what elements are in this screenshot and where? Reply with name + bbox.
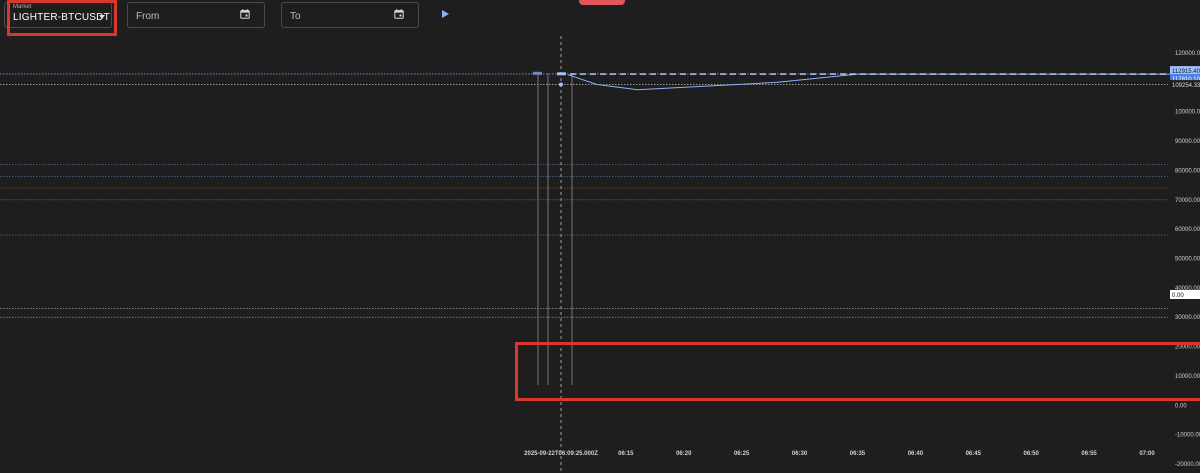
x-tick-label: 06:30 xyxy=(792,451,808,457)
price-tag-label: 109254.33 xyxy=(1172,83,1200,89)
x-tick-label: 06:20 xyxy=(676,451,692,457)
highlight-box-chart xyxy=(515,342,1200,401)
horizontal-lines xyxy=(0,73,1168,318)
x-tick-label: 06:15 xyxy=(618,451,634,457)
series-layer xyxy=(533,71,1200,91)
y-tick-label: 0.00 xyxy=(1175,403,1187,409)
y-tick-label: 100000.00 xyxy=(1175,110,1200,116)
series-marker xyxy=(533,71,542,75)
x-tick-label: 06:50 xyxy=(1024,451,1040,457)
x-axis: 06:15 06:20 06:25 06:30 06:35 06:40 06:45 06:50… xyxy=(524,451,1155,457)
x-tick-label: 07:00 xyxy=(1139,451,1155,457)
y-tick-label: 50000.00 xyxy=(1175,257,1200,263)
x-tick-label: 06:40 xyxy=(908,451,924,457)
y-tick-label: 30000.00 xyxy=(1175,315,1200,321)
y-axis: 120000.00110000.00100000.0090000.0080000… xyxy=(1175,51,1200,468)
y-tick-label: 120000.00 xyxy=(1175,51,1200,57)
x-tick-label: 06:55 xyxy=(1081,451,1097,457)
y-tick-label: -10000.00 xyxy=(1175,433,1200,439)
y-tick-label: 60000.00 xyxy=(1175,227,1200,233)
series-line xyxy=(567,73,1200,91)
y-tick-label: 90000.00 xyxy=(1175,139,1200,145)
series-marker xyxy=(557,72,566,76)
y-tick-label: 80000.00 xyxy=(1175,168,1200,174)
price-chart[interactable]: 120000.00110000.00100000.0090000.0080000… xyxy=(0,0,1200,473)
price-tags: 112915.40112810.10109254.330.00 xyxy=(1170,66,1200,299)
vertical-markers xyxy=(537,36,573,473)
y-tick-label: 70000.00 xyxy=(1175,198,1200,204)
x-tick-label: 06:45 xyxy=(966,451,982,457)
series-point xyxy=(559,82,563,87)
crosshair-time-label: 2025-09-22T06:09:25.000Z xyxy=(524,451,598,457)
x-tick-label: 06:35 xyxy=(850,451,866,457)
y-tick-label: -20000.00 xyxy=(1175,462,1200,468)
x-tick-label: 06:25 xyxy=(734,451,750,457)
highlight-box-market xyxy=(7,0,117,36)
price-tag-label: 0.00 xyxy=(1172,293,1184,299)
